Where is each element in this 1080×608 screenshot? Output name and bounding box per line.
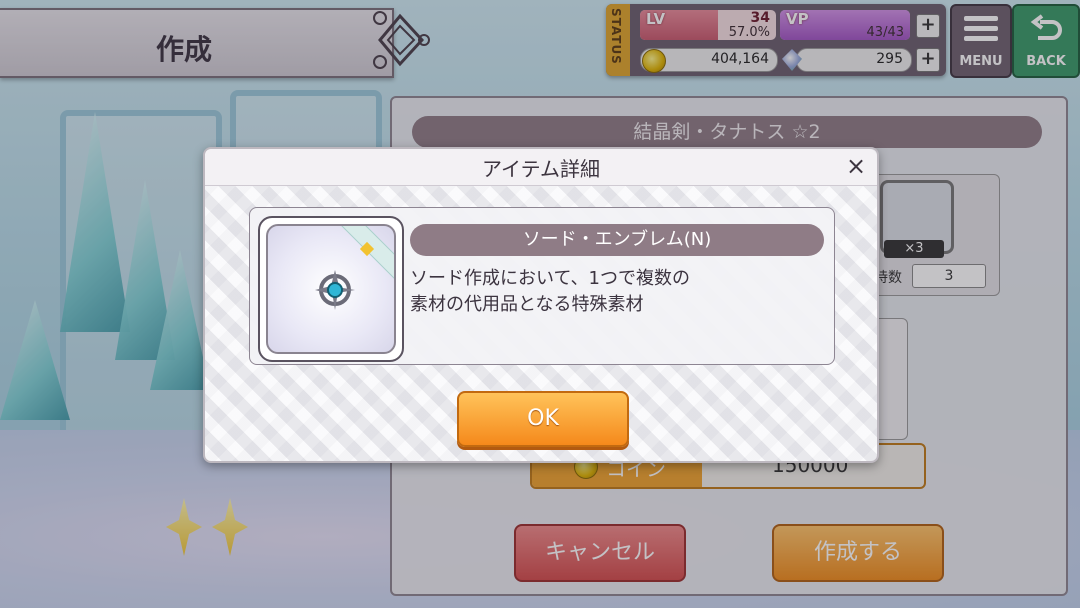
item-description-line: ソード作成において、1つで複数の xyxy=(410,268,691,289)
item-name-band: ソード・エンブレム(N) xyxy=(410,224,824,256)
item-info-box: ソード・エンブレム(N) ソード作成において、1つで複数の 素材の代用品となる特… xyxy=(249,207,835,365)
dialog-title: アイテム詳細 xyxy=(482,157,600,181)
close-icon[interactable]: × xyxy=(843,153,869,179)
ok-button[interactable]: OK xyxy=(457,391,629,447)
item-description: ソード作成において、1つで複数の 素材の代用品となる特殊素材 xyxy=(410,266,820,318)
item-image xyxy=(266,224,396,354)
item-image-frame xyxy=(258,216,404,362)
dialog-header: アイテム詳細 × xyxy=(205,149,877,186)
item-detail-dialog: アイテム詳細 × ソード・エンブレム(N) ソード作成において、1つで複数の 素… xyxy=(203,147,879,463)
item-description-line: 素材の代用品となる特殊素材 xyxy=(410,294,644,315)
sword-emblem-icon xyxy=(315,270,355,310)
